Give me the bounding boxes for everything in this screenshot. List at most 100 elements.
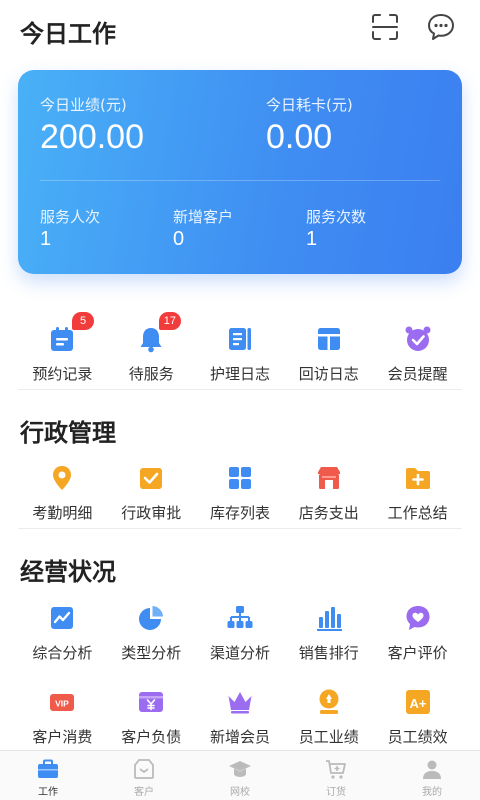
divider xyxy=(18,389,462,390)
admin-attendance[interactable]: 考勤明细 xyxy=(18,459,107,529)
location-pin-icon xyxy=(53,466,72,490)
tab-label: 订货 xyxy=(326,787,346,798)
business-label: 员工绩效 xyxy=(387,728,448,746)
quick-member-reminder[interactable]: 会员提醒 xyxy=(373,320,462,390)
approval-icon xyxy=(140,468,163,489)
business-channel-analysis[interactable]: 渠道分析 xyxy=(196,599,285,669)
page-title: 今日工作 xyxy=(20,20,116,48)
tab-label: 客户 xyxy=(134,787,154,798)
today-card-usage-value: 0.00 xyxy=(266,118,333,156)
grade-icon: A+ xyxy=(405,690,430,714)
quick-label: 会员提醒 xyxy=(387,365,448,383)
admin-approval[interactable]: 行政审批 xyxy=(107,459,196,529)
yen-card-icon xyxy=(139,692,164,712)
tab-work[interactable]: 工作 xyxy=(0,751,96,800)
quick-follow-up-log[interactable]: 回访日志 xyxy=(284,320,373,390)
user-icon xyxy=(423,760,441,779)
business-staff-evaluation[interactable]: A+ 员工绩效 xyxy=(373,683,462,753)
business-section-title: 经营状况 xyxy=(20,558,116,586)
business-label: 新增会员 xyxy=(209,728,270,746)
admin-label: 店务支出 xyxy=(298,504,359,522)
business-label: 员工业绩 xyxy=(298,728,359,746)
business-label: 客户评价 xyxy=(387,644,448,662)
alarm-icon xyxy=(405,326,431,351)
today-performance-label: 今日业绩(元) xyxy=(40,96,127,114)
tab-label: 我的 xyxy=(422,787,442,798)
business-sales-ranking[interactable]: 销售排行 xyxy=(284,599,373,669)
business-grid-row-2: VIP 客户消费 客户负债 新增会员 员工业绩 A+ 员工绩效 xyxy=(18,683,462,753)
customer-icon xyxy=(134,759,154,779)
business-customer-spending[interactable]: VIP 客户消费 xyxy=(18,683,107,753)
briefcase-icon xyxy=(38,759,58,778)
business-customer-debt[interactable]: 客户负债 xyxy=(107,683,196,753)
admin-label: 考勤明细 xyxy=(32,504,93,522)
stat-value-new-customers: 0 xyxy=(173,228,185,250)
bottom-tab-bar: 工作 客户 网校 订货 我的 xyxy=(0,750,480,800)
admin-grid: 考勤明细 行政审批 库存列表 店务支出 工作总结 xyxy=(18,459,462,529)
business-label: 客户负债 xyxy=(121,728,182,746)
business-label: 销售排行 xyxy=(298,644,359,662)
admin-label: 行政审批 xyxy=(121,504,182,522)
quick-care-log[interactable]: 护理日志 xyxy=(196,320,285,390)
grid-icon xyxy=(228,467,251,489)
business-label: 类型分析 xyxy=(121,644,182,662)
stat-label-new-customers: 新增客户 xyxy=(173,208,234,226)
business-type-analysis[interactable]: 类型分析 xyxy=(107,599,196,669)
header: 今日工作 xyxy=(0,0,480,64)
tab-label: 网校 xyxy=(230,787,250,798)
message-icon[interactable] xyxy=(426,12,456,42)
tab-orders[interactable]: 订货 xyxy=(288,751,384,800)
stat-label-service-visits: 服务人次 xyxy=(40,208,101,226)
stat-value-service-visits: 1 xyxy=(40,228,52,250)
tab-online-school[interactable]: 网校 xyxy=(192,751,288,800)
vip-icon: VIP xyxy=(50,694,75,711)
admin-section-title: 行政管理 xyxy=(20,419,116,447)
quick-appointments[interactable]: 5 预约记录 xyxy=(18,312,107,390)
business-grid-row-1: 综合分析 类型分析 渠道分析 销售排行 客户评价 xyxy=(18,599,462,669)
business-customer-reviews[interactable]: 客户评价 xyxy=(373,599,462,669)
cart-icon xyxy=(326,760,346,779)
svg-text:VIP: VIP xyxy=(56,699,70,709)
admin-label: 工作总结 xyxy=(387,504,448,522)
svg-text:A+: A+ xyxy=(409,696,426,711)
summary-card[interactable]: 今日业绩(元) 200.00 今日耗卡(元) 0.00 服务人次 1 新增客户 … xyxy=(18,70,462,274)
tab-profile[interactable]: 我的 xyxy=(384,751,480,800)
notebook-icon xyxy=(228,328,251,350)
appointments-count-badge: 5 xyxy=(72,312,94,330)
scan-icon[interactable] xyxy=(370,12,400,42)
quick-label: 回访日志 xyxy=(298,365,359,383)
quick-label: 预约记录 xyxy=(32,365,93,383)
pie-icon xyxy=(139,606,164,630)
quick-label: 护理日志 xyxy=(209,365,270,383)
medal-icon xyxy=(319,689,339,714)
shop-icon xyxy=(317,467,340,489)
pending-count-badge: 17 xyxy=(158,312,182,330)
admin-inventory[interactable]: 库存列表 xyxy=(196,459,285,529)
card-divider xyxy=(40,180,440,181)
tab-label: 工作 xyxy=(38,787,58,798)
quick-actions: 5 预约记录 17 待服务 护理日志 回访日志 会员提醒 xyxy=(18,312,462,390)
graduation-cap-icon xyxy=(229,761,251,777)
quick-pending-service[interactable]: 17 待服务 xyxy=(107,312,196,390)
org-chart-icon xyxy=(227,606,253,628)
business-label: 渠道分析 xyxy=(209,644,270,662)
stat-value-service-count: 1 xyxy=(306,228,318,250)
folder-icon xyxy=(405,468,430,489)
business-label: 客户消费 xyxy=(32,728,93,746)
stat-label-service-count: 服务次数 xyxy=(306,208,367,226)
today-performance-value: 200.00 xyxy=(40,118,144,156)
business-overall-analysis[interactable]: 综合分析 xyxy=(18,599,107,669)
admin-work-summary[interactable]: 工作总结 xyxy=(373,459,462,529)
tab-customers[interactable]: 客户 xyxy=(96,751,192,800)
business-new-members[interactable]: 新增会员 xyxy=(196,683,285,753)
admin-label: 库存列表 xyxy=(209,504,270,522)
trend-icon xyxy=(51,607,74,629)
heart-chat-icon xyxy=(406,606,430,630)
crown-icon xyxy=(228,692,252,714)
divider xyxy=(18,528,462,529)
admin-expenses[interactable]: 店务支出 xyxy=(284,459,373,529)
bar-chart-icon xyxy=(316,607,342,631)
business-label: 综合分析 xyxy=(32,644,93,662)
layout-icon xyxy=(317,328,340,350)
business-staff-performance[interactable]: 员工业绩 xyxy=(284,683,373,753)
